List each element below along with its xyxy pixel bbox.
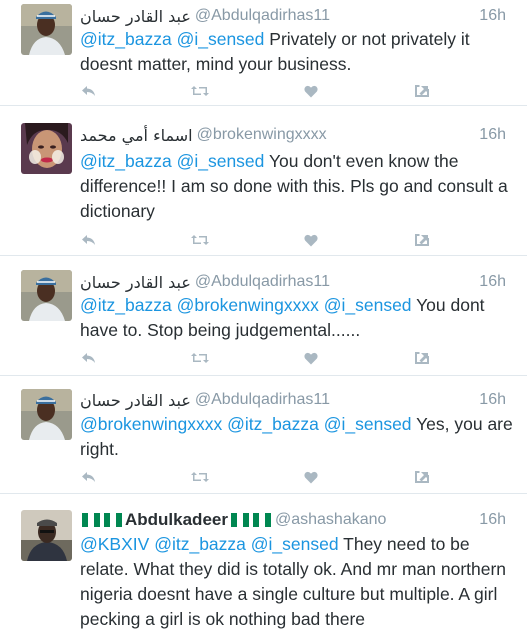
username[interactable]: @Abdulqadirhas11 <box>195 391 330 409</box>
mention-link[interactable]: @itz_bazza <box>154 534 246 554</box>
tweet-text: @itz_bazza @brokenwingxxxx @i_sensed You… <box>80 293 517 343</box>
mention-link[interactable]: @i_sensed <box>324 414 412 434</box>
retweet-icon[interactable] <box>191 232 209 248</box>
tweet[interactable]: عبد القادر حسان @Abdulqadirhas11 16h @it… <box>0 0 527 106</box>
tweet-header: عبد القادر حسان @Abdulqadirhas11 16h <box>80 4 506 28</box>
username[interactable]: @Abdulqadirhas11 <box>195 273 330 291</box>
mention-link[interactable]: @i_sensed <box>251 534 339 554</box>
tweet-header: Abdulkadeer @ashashakano 16h <box>80 508 506 532</box>
display-name[interactable]: اسماء أمي محمد <box>80 126 193 145</box>
username[interactable]: @ashashakano <box>275 511 386 529</box>
reply-icon[interactable] <box>80 83 98 99</box>
mention-link[interactable]: @i_sensed <box>177 151 265 171</box>
more-icon[interactable] <box>413 83 431 99</box>
nigeria-flag-emoji <box>104 513 122 527</box>
mention-link[interactable]: @i_sensed <box>324 295 412 315</box>
mention-link[interactable]: @itz_bazza <box>227 414 319 434</box>
timestamp[interactable]: 16h <box>479 511 506 529</box>
tweet[interactable]: اسماء أمي محمد @brokenwingxxxx 16h @itz_… <box>0 106 527 256</box>
avatar[interactable] <box>21 510 72 561</box>
tweet-actions <box>80 83 431 99</box>
nigeria-flag-emoji <box>82 513 100 527</box>
retweet-icon[interactable] <box>191 83 209 99</box>
tweet-actions <box>80 469 431 485</box>
timestamp[interactable]: 16h <box>479 273 506 291</box>
mention-link[interactable]: @brokenwingxxxx <box>80 414 222 434</box>
timestamp[interactable]: 16h <box>479 391 506 409</box>
retweet-icon[interactable] <box>191 350 209 366</box>
avatar[interactable] <box>21 270 72 321</box>
more-icon[interactable] <box>413 469 431 485</box>
username[interactable]: @brokenwingxxxx <box>197 126 327 144</box>
mention-link[interactable]: @itz_bazza <box>80 151 172 171</box>
like-icon[interactable] <box>302 232 320 248</box>
tweet[interactable]: عبد القادر حسان @Abdulqadirhas11 16h @br… <box>0 376 527 494</box>
display-name[interactable]: عبد القادر حسان <box>80 391 191 410</box>
tweet[interactable]: Abdulkadeer @ashashakano 16h @KBXIV @itz… <box>0 494 527 640</box>
retweet-icon[interactable] <box>191 469 209 485</box>
mention-link[interactable]: @itz_bazza <box>80 29 172 49</box>
tweet-text: @brokenwingxxxx @itz_bazza @i_sensed Yes… <box>80 412 517 462</box>
tweet-feed: عبد القادر حسان @Abdulqadirhas11 16h @it… <box>0 0 527 640</box>
display-name[interactable]: عبد القادر حسان <box>80 273 191 292</box>
tweet-header: اسماء أمي محمد @brokenwingxxxx 16h <box>80 123 506 147</box>
username[interactable]: @Abdulqadirhas11 <box>195 7 330 25</box>
tweet-header: عبد القادر حسان @Abdulqadirhas11 16h <box>80 270 506 294</box>
tweet-text: @itz_bazza @i_sensed Privately or not pr… <box>80 27 517 77</box>
avatar[interactable] <box>21 4 72 55</box>
nigeria-flag-emoji <box>230 513 249 527</box>
like-icon[interactable] <box>302 83 320 99</box>
mention-link[interactable]: @itz_bazza <box>80 295 172 315</box>
tweet-actions <box>80 350 431 366</box>
display-name[interactable]: Abdulkadeer <box>125 510 228 530</box>
reply-icon[interactable] <box>80 350 98 366</box>
display-name[interactable]: عبد القادر حسان <box>80 7 191 26</box>
timestamp[interactable]: 16h <box>479 7 506 25</box>
more-icon[interactable] <box>413 232 431 248</box>
tweet[interactable]: عبد القادر حسان @Abdulqadirhas11 16h @it… <box>0 256 527 376</box>
reply-icon[interactable] <box>80 469 98 485</box>
more-icon[interactable] <box>413 350 431 366</box>
reply-icon[interactable] <box>80 232 98 248</box>
mention-link[interactable]: @brokenwingxxxx <box>177 295 319 315</box>
tweet-text: @itz_bazza @i_sensed You don't even know… <box>80 149 517 224</box>
tweet-text: @KBXIV @itz_bazza @i_sensed They need to… <box>80 532 517 632</box>
like-icon[interactable] <box>302 469 320 485</box>
avatar[interactable] <box>21 389 72 440</box>
tweet-actions <box>80 232 431 248</box>
mention-link[interactable]: @KBXIV <box>80 534 149 554</box>
like-icon[interactable] <box>302 350 320 366</box>
timestamp[interactable]: 16h <box>479 126 506 144</box>
avatar[interactable] <box>21 123 72 174</box>
nigeria-flag-emoji <box>252 513 271 527</box>
mention-link[interactable]: @i_sensed <box>177 29 265 49</box>
tweet-header: عبد القادر حسان @Abdulqadirhas11 16h <box>80 388 506 412</box>
